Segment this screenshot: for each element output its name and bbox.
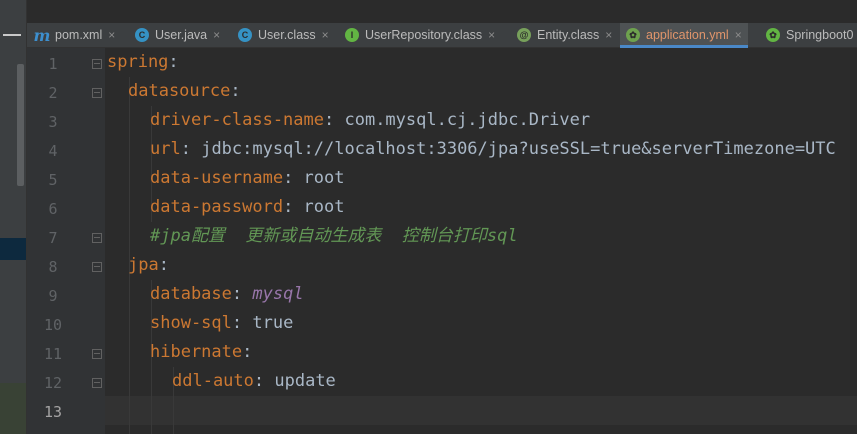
code-line: spring: [107,48,179,77]
yaml-key: data-password [150,197,284,217]
code-line: datasource: [128,77,241,106]
yaml-colon: : [180,139,202,159]
yaml-colon: : [253,371,275,391]
yaml-value: update [274,371,336,391]
project-tree-highlight [0,383,26,434]
yaml-key: database [150,284,232,304]
yaml-key: show-sql [150,313,232,333]
tab-label: UserRepository.class [365,28,483,42]
fold-icon[interactable] [92,378,102,388]
tab-label: application.yml [646,28,729,42]
tab-springboot[interactable]: ✿ Springboot0 [766,23,853,47]
tab-label: User.class [258,28,316,42]
code-line: #jpa配置 更新或自动生成表 控制台打印sql [150,222,518,251]
current-line-highlight [105,396,857,425]
close-icon[interactable]: × [322,28,329,42]
code-line: hibernate: [150,338,252,367]
yaml-key: url [150,139,181,159]
yaml-colon: : [283,168,304,188]
fold-icon[interactable] [92,262,102,272]
line-number: 2 [48,84,58,102]
yaml-colon: : [230,81,241,101]
tab-entity-class[interactable]: @ Entity.class × [517,23,612,47]
tab-pom-xml[interactable]: m pom.xml × [33,23,116,47]
tab-application-yml[interactable]: ✿ application.yml × [620,23,748,48]
fold-icon[interactable] [92,88,102,98]
code-line: data-username: root [150,164,345,193]
yaml-comment: #jpa配置 更新或自动生成表 控制台打印sql [150,226,518,246]
yaml-colon: : [283,197,304,217]
code-line: jpa: [128,251,169,280]
tab-label: pom.xml [55,28,103,42]
line-number: 10 [43,316,63,334]
yaml-value: jdbc:mysql://localhost:3306/jpa?useSSL=t… [201,139,836,159]
strip-scrollbar[interactable] [17,64,24,186]
yaml-value: root [303,197,345,217]
yaml-colon: : [324,110,345,130]
code-line: ddl-auto: update [172,367,336,396]
close-icon[interactable]: × [605,28,612,42]
fold-icon[interactable] [92,59,102,69]
yaml-value: root [303,168,345,188]
code-line: database: mysql [150,280,304,309]
line-number: 12 [43,374,63,392]
yaml-colon: : [168,52,179,72]
fold-icon[interactable] [92,349,102,359]
line-number: 1 [48,55,58,73]
line-number-gutter: 1 2 3 4 5 6 7 8 9 10 11 12 13 [27,48,105,434]
tab-label: User.java [155,28,208,42]
class-icon: C [238,28,252,42]
tab-userrepository-class[interactable]: I UserRepository.class × [345,23,495,47]
code-line: driver-class-name: com.mysql.cj.jdbc.Dri… [150,106,590,135]
line-number: 4 [48,142,58,160]
code-line: data-password: root [150,193,345,222]
code-line: show-sql: true [150,309,293,338]
yaml-key: spring [107,52,169,72]
line-number: 9 [48,287,58,305]
yaml-value: true [252,313,294,333]
close-icon[interactable]: × [213,28,220,42]
line-number: 8 [48,258,58,276]
spring-config-icon: ✿ [626,28,640,42]
yaml-colon: : [158,255,169,275]
yaml-key: datasource [128,81,231,101]
yaml-key: driver-class-name [150,110,324,130]
code-editor[interactable]: spring: datasource: driver-class-name: c… [105,48,857,434]
close-icon[interactable]: × [735,28,742,42]
maven-icon: m [33,25,51,45]
line-number: 6 [48,200,58,218]
yaml-enum-value: mysql [252,284,304,304]
yaml-key: hibernate [150,342,243,362]
tab-label: Springboot0 [786,28,854,42]
fold-icon[interactable] [92,233,102,243]
yaml-colon: : [231,284,253,304]
line-number: 13 [43,403,63,421]
yaml-value: com.mysql.cj.jdbc.Driver [344,110,591,130]
yaml-key: data-username [150,168,284,188]
editor-tab-bar: m pom.xml × C User.java × C User.class ×… [27,23,857,48]
interface-icon: I [345,28,359,42]
close-icon[interactable]: × [488,28,495,42]
yaml-colon: : [231,313,253,333]
spring-boot-icon: ✿ [766,28,780,42]
line-number: 7 [48,229,58,247]
yaml-key: ddl-auto [172,371,254,391]
line-number: 11 [43,345,63,363]
collapse-icon[interactable] [3,34,21,36]
tool-window-strip [0,0,27,434]
annotation-icon: @ [517,28,531,42]
close-icon[interactable]: × [108,28,115,42]
project-tree-selection[interactable] [0,238,26,260]
code-line: url: jdbc:mysql://localhost:3306/jpa?use… [150,135,836,164]
yaml-colon: : [242,342,253,362]
line-number: 5 [48,171,58,189]
tab-label: Entity.class [537,28,600,42]
tab-user-class[interactable]: C User.class × [238,23,329,47]
yaml-key: jpa [128,255,159,275]
line-number: 3 [48,113,58,131]
tab-user-java[interactable]: C User.java × [135,23,220,47]
class-icon: C [135,28,149,42]
